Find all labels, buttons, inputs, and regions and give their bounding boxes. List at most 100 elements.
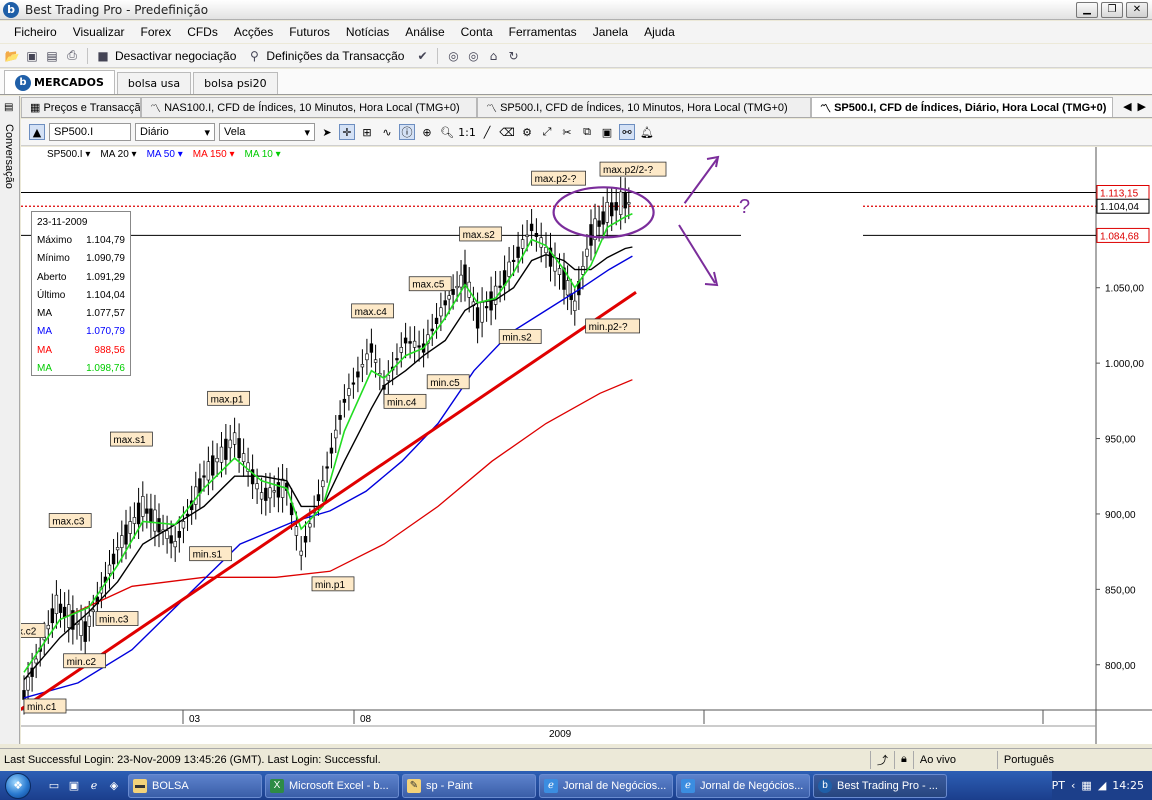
deactivate-trading-button[interactable]: Desactivar negociação [115, 49, 236, 63]
line-tool-icon[interactable]: ╱ [479, 124, 495, 140]
menu-cfds[interactable]: CFDs [179, 25, 226, 39]
candle-body [329, 447, 334, 454]
legend-ma150[interactable]: MA 150 ▾ [193, 149, 235, 160]
network-icon[interactable]: ▦ [1081, 779, 1091, 792]
indicators-icon[interactable]: ∿ [379, 124, 395, 140]
copy-icon[interactable]: ⧉ [579, 124, 595, 140]
back-icon[interactable]: ◎ [445, 48, 461, 64]
price-chart[interactable]: 1.050,00 1.000,00 950,00 900,00 850,00 800,00… [21, 147, 1152, 744]
menu-forex[interactable]: Forex [133, 25, 180, 39]
info-icon[interactable]: ⓘ [399, 124, 415, 140]
window-switch-icon[interactable]: ▣ [66, 778, 82, 794]
scroll-left-icon[interactable]: ◀ [1123, 100, 1131, 113]
legend-ma50[interactable]: MA 50 ▾ [147, 149, 183, 160]
candle-body [120, 535, 124, 548]
tab-sp500-diario[interactable]: 〽 SP500.I, CFD de Índices, Diário, Hora … [811, 97, 1113, 117]
settings-icon[interactable]: ⚙ [519, 124, 535, 140]
lock-icon[interactable]: 🔒︎ [894, 750, 913, 769]
price-marker-label: 1.084,68 [1100, 231, 1139, 242]
clock[interactable]: 14:25 [1112, 779, 1144, 792]
menu-accoes[interactable]: Acções [226, 25, 281, 39]
eraser-icon[interactable]: ⌫ [499, 124, 515, 140]
volume-icon[interactable]: ◢ [1098, 779, 1106, 792]
chart-toolbar: ▲ SP500.I Diário ▾ Vela ▾ ➤ ✛ ⊞ ∿ ⓘ ⊕ 🔍︎… [21, 119, 1152, 146]
menu-ficheiro[interactable]: Ficheiro [6, 25, 65, 39]
legend-symbol[interactable]: SP500.I ▾ [47, 149, 90, 160]
connection-icon[interactable]: ⤴ [870, 750, 894, 769]
sidebar-label[interactable]: Conversação [3, 124, 15, 189]
chevron-left-icon[interactable]: ‹ [1071, 779, 1075, 792]
menu-conta[interactable]: Conta [453, 25, 501, 39]
menu-ferramentas[interactable]: Ferramentas [501, 25, 585, 39]
tab-nas100-10min[interactable]: 〽 NAS100.I, CFD de Índices, 10 Minutos, … [141, 97, 477, 117]
pointer-icon[interactable]: ➤ [319, 124, 335, 140]
template-icon[interactable]: ▣ [599, 124, 615, 140]
minimize-button[interactable]: ▁ [1076, 2, 1098, 18]
period-select[interactable]: Diário ▾ [135, 123, 215, 141]
alert-bell-icon[interactable]: 🔔︎ [639, 124, 655, 140]
style-select[interactable]: Vela ▾ [219, 123, 315, 141]
tab-mercados[interactable]: b MERCADOS [4, 70, 115, 94]
tools-icon[interactable]: ✂ [559, 124, 575, 140]
scroll-right-icon[interactable]: ▶ [1138, 100, 1146, 113]
candle-body [145, 508, 149, 514]
taskbar-item-jornal-2[interactable]: ℯ Jornal de Negócios... [676, 773, 810, 798]
menu-analise[interactable]: Análise [397, 25, 452, 39]
candle-body [91, 609, 96, 613]
menu-visualizar[interactable]: Visualizar [65, 25, 133, 39]
menu-ajuda[interactable]: Ajuda [636, 25, 683, 39]
tab-sp500-10min[interactable]: 〽 SP500.I, CFD de Índices, 10 Minutos, H… [477, 97, 811, 117]
menu-janela[interactable]: Janela [585, 25, 636, 39]
legend-ma10[interactable]: MA 10 ▾ [244, 149, 280, 160]
crosshair-icon[interactable]: ✛ [339, 124, 355, 140]
tab-bolsa-usa[interactable]: bolsa usa [116, 72, 192, 94]
candle-body [412, 340, 417, 348]
transaction-settings-button[interactable]: Definições da Transacção [266, 49, 404, 63]
candle-body [165, 530, 169, 539]
tab-mercados-label: MERCADOS [34, 76, 104, 89]
taskbar-item-paint[interactable]: ✎ sp - Paint [402, 773, 536, 798]
legend-ma20[interactable]: MA 20 ▾ [100, 149, 136, 160]
home-icon[interactable]: ⌂ [485, 48, 501, 64]
transaction-settings-icon[interactable]: ⚲ [246, 48, 262, 64]
collapse-icon[interactable]: ▲ [29, 124, 45, 140]
fullscreen-icon[interactable]: ⤢ [539, 124, 555, 140]
show-desktop-icon[interactable]: ▭ [46, 778, 62, 794]
chart-icon: 〽 [486, 102, 501, 115]
menu-noticias[interactable]: Notícias [338, 25, 397, 39]
zoom-area-icon[interactable]: ⊕ [419, 124, 435, 140]
stop-trading-icon[interactable]: ■ [95, 48, 111, 64]
forward-icon[interactable]: ◎ [465, 48, 481, 64]
save-icon[interactable]: ▣ [24, 48, 40, 64]
close-button[interactable]: ✕ [1126, 2, 1148, 18]
taskbar-item-jornal-1[interactable]: ℯ Jornal de Negócios... [539, 773, 673, 798]
taskbar-item-best-trading[interactable]: b Best Trading Pro - ... [813, 773, 947, 798]
app-icon[interactable]: ◈ [106, 778, 122, 794]
print-icon[interactable]: ⎙ [64, 48, 80, 64]
one-to-one-button[interactable]: 1:1 [458, 124, 476, 140]
chart-area[interactable]: 1.050,00 1.000,00 950,00 900,00 850,00 800,00… [21, 147, 1152, 744]
taskbar-item-excel[interactable]: X Microsoft Excel - b... [265, 773, 399, 798]
language-status[interactable]: Português [996, 750, 1107, 769]
tab-bolsa-psi20[interactable]: bolsa psi20 [193, 72, 278, 94]
candle-body [128, 521, 132, 534]
grid-icon[interactable]: ⊞ [359, 124, 375, 140]
pivot-label: min.c1 [27, 702, 57, 713]
conversation-sidebar[interactable]: ▤ Conversação [0, 96, 20, 744]
open-folder-icon[interactable]: 📂 [4, 48, 20, 64]
candle-body [618, 191, 623, 215]
menu-futuros[interactable]: Futuros [281, 25, 338, 39]
start-button[interactable]: ❖ [0, 772, 36, 800]
save-as-icon[interactable]: ▤ [44, 48, 60, 64]
link-icon[interactable]: ⚯ [619, 124, 635, 140]
language-indicator[interactable]: PT [1052, 779, 1065, 792]
symbol-field[interactable]: SP500.I [49, 123, 131, 141]
chat-icon[interactable]: ▤ [4, 102, 16, 116]
taskbar-item-bolsa[interactable]: ▬ BOLSA [128, 773, 262, 798]
browser-icon[interactable]: ℯ [86, 778, 102, 794]
checkmark-icon[interactable]: ✔ [414, 48, 430, 64]
restore-button[interactable]: ❐ [1101, 2, 1123, 18]
refresh-icon[interactable]: ↻ [505, 48, 521, 64]
tab-precos-transaccao[interactable]: ▦ Preços e Transacção [21, 97, 141, 117]
zoom-icon[interactable]: 🔍︎ [439, 124, 455, 140]
